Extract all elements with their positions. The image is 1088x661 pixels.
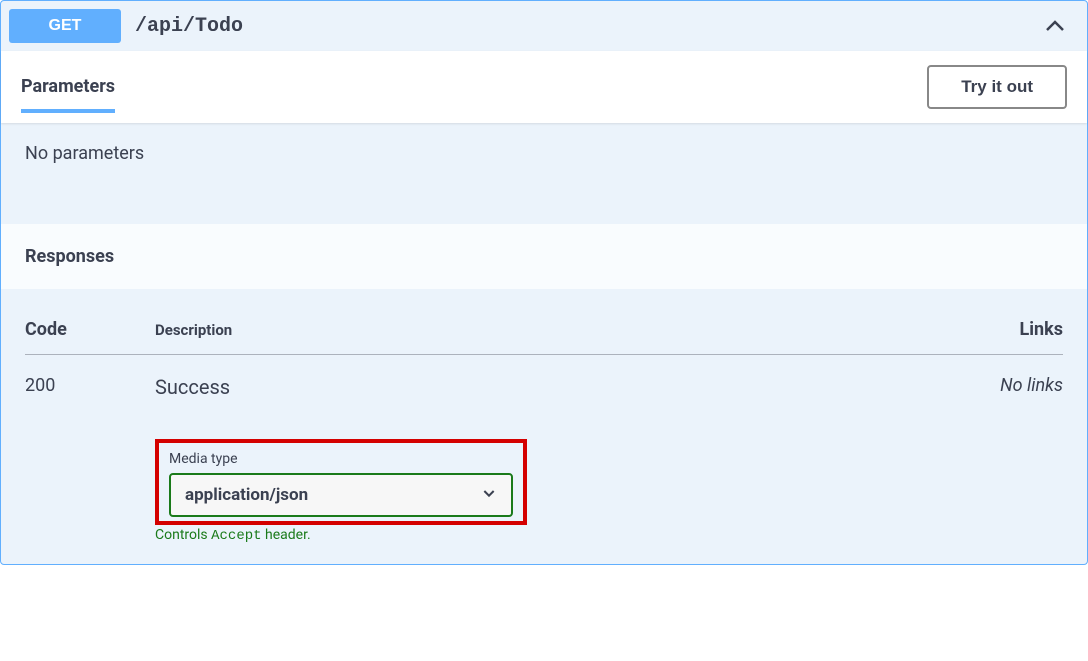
response-description: Success — [155, 375, 973, 399]
collapse-chevron-up-icon[interactable] — [1043, 14, 1067, 38]
try-it-out-button[interactable]: Try it out — [927, 65, 1067, 109]
endpoint-path: /api/Todo — [135, 15, 1043, 38]
response-row: 200 Success Media type application/json — [25, 355, 1063, 545]
http-method-badge: GET — [9, 9, 121, 43]
col-header-links: Links — [973, 319, 1063, 355]
api-operation-block: GET /api/Todo Parameters Try it out No p… — [0, 0, 1088, 565]
col-header-description: Description — [155, 319, 973, 355]
chevron-down-icon — [481, 485, 497, 505]
parameters-body: No parameters — [1, 123, 1087, 224]
operation-summary-row[interactable]: GET /api/Todo — [1, 1, 1087, 51]
responses-table: Code Description Links 200 Success Media… — [25, 319, 1063, 544]
response-code: 200 — [25, 355, 155, 545]
responses-heading: Responses — [1, 224, 1087, 289]
parameters-header: Parameters Try it out — [1, 51, 1087, 123]
media-type-highlight-box: Media type application/json — [155, 439, 527, 525]
accept-header-hint: Controls Accept header. — [155, 527, 973, 544]
media-type-selected-value: application/json — [185, 485, 308, 505]
responses-body: Code Description Links 200 Success Media… — [1, 289, 1087, 564]
response-links: No links — [973, 355, 1063, 545]
no-parameters-text: No parameters — [25, 143, 144, 164]
col-header-code: Code — [25, 319, 155, 355]
media-type-select[interactable]: application/json — [169, 473, 513, 517]
media-type-label: Media type — [169, 451, 513, 467]
parameters-tab[interactable]: Parameters — [21, 76, 115, 113]
